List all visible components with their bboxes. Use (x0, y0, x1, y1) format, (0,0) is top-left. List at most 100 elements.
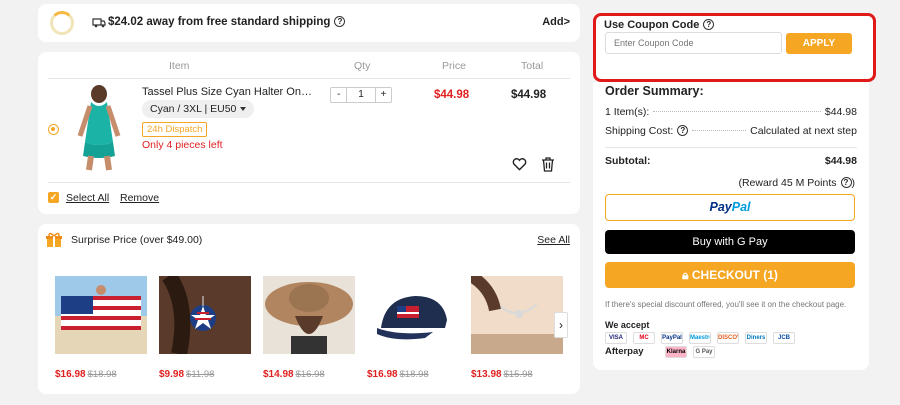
mastercard-icon: MC (633, 332, 655, 344)
product-name[interactable]: Tassel Plus Size Cyan Halter One Piec... (142, 86, 318, 98)
header-qty: Qty (354, 60, 371, 72)
order-summary-panel: Order Summary: 1 Item(s): $44.98 Shipping… (593, 82, 869, 370)
surprise-price-panel: Surprise Price (over $49.00) See All › $… (38, 224, 580, 394)
heart-icon[interactable] (512, 157, 527, 171)
product-image[interactable] (66, 84, 132, 172)
subtotal-label: Subtotal: (605, 155, 651, 167)
item-price: $44.98 (434, 89, 470, 101)
help-icon[interactable]: ? (840, 177, 852, 188)
variant-selector[interactable]: Cyan / 3XL | EU50 (142, 100, 255, 118)
shipping-cost-label: Shipping Cost:? (605, 125, 689, 137)
checkout-button[interactable]: 🔒︎ CHECKOUT (1) (605, 262, 855, 288)
paypal-button[interactable]: PayPal (605, 194, 855, 221)
gpay-icon: G Pay (693, 346, 715, 358)
dotted-leader (692, 130, 747, 131)
stock-warning: Only 4 pieces left (142, 139, 223, 151)
surprise-item-price: $16.98 $18.98 (55, 369, 117, 380)
surprise-title: Surprise Price (over $49.00) (71, 234, 203, 246)
surprise-item-image[interactable] (55, 276, 147, 354)
diners-icon: Diners (745, 332, 767, 344)
shipping-message-text: $24.02 away from free standard shipping (108, 16, 331, 28)
original-price: $15.98 (503, 369, 533, 380)
help-icon[interactable]: ? (677, 125, 689, 136)
see-all-link[interactable]: See All (537, 234, 570, 246)
discount-note: If there's special discount offered, you… (605, 300, 847, 309)
help-icon[interactable]: ? (334, 16, 346, 27)
surprise-item-image[interactable] (263, 276, 355, 354)
caret-down-icon (240, 107, 247, 111)
afterpay-label: Afterpay (605, 346, 644, 357)
quantity-stepper: - 1 + (330, 87, 392, 103)
surprise-item-price: $14.98 $16.98 (263, 369, 325, 380)
items-row: 1 Item(s): $44.98 (605, 106, 857, 118)
apply-coupon-button[interactable]: APPLY (786, 33, 852, 54)
surprise-item-image[interactable] (471, 276, 563, 354)
shipping-cost-label-text: Shipping Cost: (605, 125, 674, 137)
shipping-progress-ring-icon (50, 11, 74, 35)
surprise-item-price: $16.98 $18.98 (367, 369, 429, 380)
coupon-title-text: Use Coupon Code (604, 19, 700, 31)
sale-price: $9.98 (159, 369, 185, 380)
divider (605, 147, 857, 148)
divider (48, 182, 570, 183)
coupon-title: Use Coupon Code? (604, 19, 715, 31)
header-price: Price (442, 60, 466, 72)
sale-price: $14.98 (263, 369, 294, 380)
dotted-leader (653, 111, 821, 112)
google-pay-button[interactable]: Buy with G Pay (605, 230, 855, 254)
divider (48, 78, 570, 79)
remove-link[interactable]: Remove (120, 192, 159, 204)
surprise-item-price: $13.98 $15.98 (471, 369, 533, 380)
maestro-icon: Maestro (689, 332, 711, 344)
checkout-label: CHECKOUT (1) (691, 268, 778, 282)
we-accept-label: We accept (605, 320, 650, 330)
original-price: $16.98 (295, 369, 325, 380)
sale-price: $16.98 (367, 369, 398, 380)
subtotal-value: $44.98 (824, 155, 857, 167)
items-label: 1 Item(s): (605, 106, 650, 118)
paypal-icon: PayPal (661, 332, 683, 344)
item-total: $44.98 (511, 89, 547, 101)
item-select-radio[interactable] (48, 124, 59, 135)
shipping-message: $24.02 away from free standard shipping? (108, 16, 346, 28)
qty-decrease-button[interactable]: - (331, 88, 346, 102)
surprise-item-price: $9.98 $11.98 (159, 369, 214, 380)
original-price: $18.98 (87, 369, 117, 380)
shipping-cost-row: Shipping Cost:? Calculated at next step (605, 125, 857, 137)
qty-input[interactable]: 1 (346, 88, 376, 102)
paypal-logo-part: Pal (731, 200, 751, 214)
select-all-checkbox[interactable]: ✓ (48, 192, 59, 203)
header-item: Item (169, 60, 190, 72)
discover-icon: DISCOVER (717, 332, 739, 344)
qty-increase-button[interactable]: + (376, 88, 391, 102)
cart-panel: Item Qty Price Total Tassel Plus Size Cy… (38, 52, 580, 214)
subtotal-row: Subtotal: $44.98 (605, 155, 857, 167)
surprise-item-image[interactable] (367, 276, 459, 354)
visa-icon: VISA (605, 332, 627, 344)
original-price: $11.98 (186, 369, 215, 380)
surprise-item-image[interactable] (159, 276, 251, 354)
paypal-logo-part: Pay (709, 200, 732, 214)
sale-price: $13.98 (471, 369, 502, 380)
help-icon[interactable]: ? (703, 19, 715, 30)
header-total: Total (521, 60, 544, 72)
original-price: $18.98 (399, 369, 429, 380)
reward-points: (Reward 45 M Points?) (738, 177, 855, 189)
dispatch-badge: 24h Dispatch (142, 122, 208, 137)
jcb-icon: JCB (773, 332, 795, 344)
shipping-progress-bar: $24.02 away from free standard shipping?… (38, 4, 580, 42)
order-summary-title: Order Summary: (605, 84, 704, 98)
add-more-link[interactable]: Add> (542, 16, 570, 28)
reward-text: (Reward 45 M Points (738, 177, 837, 189)
klarna-icon: Klarna (665, 346, 687, 358)
gift-icon (46, 232, 62, 247)
coupon-code-input[interactable] (605, 32, 782, 54)
truck-icon (92, 18, 106, 28)
select-all-link[interactable]: Select All (66, 192, 109, 204)
trash-icon[interactable] (541, 157, 555, 172)
shipping-cost-value: Calculated at next step (750, 125, 857, 137)
variant-label: Cyan / 3XL | EU50 (150, 103, 237, 115)
sale-price: $16.98 (55, 369, 86, 380)
items-value: $44.98 (824, 106, 857, 118)
next-arrow-button[interactable]: › (554, 312, 568, 338)
